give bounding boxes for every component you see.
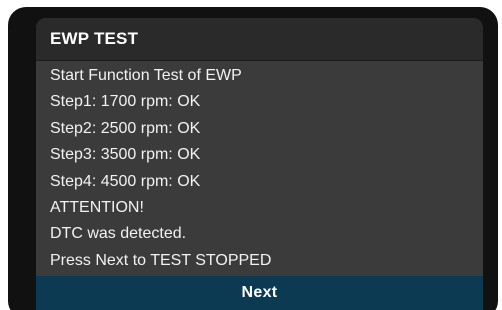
dialog-title: EWP TEST (50, 29, 139, 48)
message-line-step1: Step1: 1700 rpm: OK (50, 93, 201, 111)
message-line-start: Start Function Test of EWP (50, 67, 242, 84)
message-line-instruction: Press Next to TEST STOPPED (50, 251, 272, 269)
message-line-step3: Step3: 3500 rpm: OK (50, 146, 201, 164)
next-button[interactable]: Next (36, 276, 483, 310)
dialog-message: Start Function Test of EWP Step1: 1700 r… (50, 63, 470, 274)
message-line-step4: Step4: 4500 rpm: OK (50, 172, 201, 190)
message-line-step2: Step2: 2500 rpm: OK (50, 119, 201, 137)
ewp-test-dialog: EWP TEST Start Function Test of EWP Step… (36, 18, 483, 310)
message-line-attention: ATTENTION! (50, 198, 144, 216)
message-line-dtc: DTC was detected. (50, 225, 187, 243)
dialog-title-bar: EWP TEST (36, 18, 483, 61)
